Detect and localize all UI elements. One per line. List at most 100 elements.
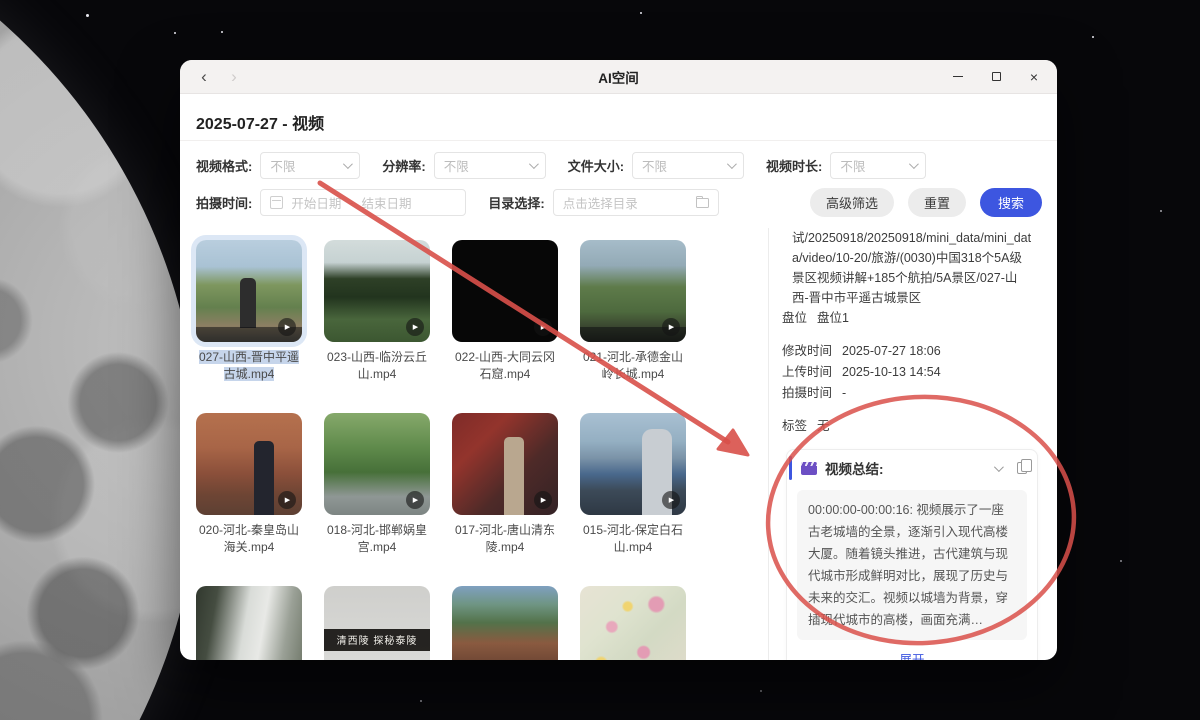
moon-background <box>0 0 200 720</box>
reset-button[interactable]: 重置 <box>908 188 966 217</box>
video-grid: ▶ 027-山西-晋中平遥古城.mp4 ▶ 023-山西-临汾云丘山.mp4 ▶… <box>196 240 762 660</box>
video-thumbnail[interactable]: ▶ <box>452 240 558 342</box>
search-button[interactable]: 搜索 <box>980 188 1042 217</box>
filesize-label: 文件大小: <box>568 156 624 175</box>
directory-input[interactable]: 点击选择目录 <box>553 189 719 216</box>
video-thumbnail[interactable]: 清西陵 探秘泰陵 ▶ <box>324 586 430 660</box>
folder-icon[interactable] <box>696 198 709 208</box>
video-item[interactable]: ▶ 023-山西-临汾云丘山.mp4 <box>324 240 430 383</box>
video-item[interactable]: 清西陵 探秘泰陵 ▶ <box>324 586 430 660</box>
panel-divider <box>768 228 769 660</box>
star <box>86 14 89 17</box>
chevron-down-icon <box>343 159 353 169</box>
person-figure <box>504 437 524 515</box>
maximize-button[interactable] <box>989 70 1003 84</box>
star <box>640 12 642 14</box>
shot-time-row: 拍摄时间- <box>782 383 1044 404</box>
close-button[interactable]: × <box>1027 70 1041 84</box>
tags-row: 标签无 <box>782 416 1044 437</box>
star <box>221 31 223 33</box>
star <box>1120 560 1122 562</box>
play-icon[interactable]: ▶ <box>534 318 552 336</box>
chevron-down-icon <box>529 159 539 169</box>
video-thumbnail[interactable]: ▶ <box>452 586 558 660</box>
page-title: 2025-07-27 - 视频 <box>196 110 324 134</box>
video-item[interactable]: ▶ 015-河北-保定白石山.mp4 <box>580 413 686 556</box>
video-thumbnail[interactable]: ▶ <box>580 586 686 660</box>
video-thumbnail[interactable]: ▶ <box>196 586 302 660</box>
person-figure <box>240 278 256 328</box>
shoot-time-label: 拍摄时间: <box>196 193 252 212</box>
person-figure <box>254 441 274 515</box>
video-item[interactable]: ▶ 021-河北-承德金山岭长城.mp4 <box>580 240 686 383</box>
video-thumbnail[interactable]: ▶ <box>580 240 686 342</box>
play-icon[interactable]: ▶ <box>406 318 424 336</box>
video-item[interactable]: ▶ <box>196 586 302 660</box>
play-icon[interactable]: ▶ <box>534 491 552 509</box>
detail-panel: 试/20250918/20250918/mini_data/mini_data/… <box>782 228 1044 660</box>
copy-icon[interactable] <box>1017 462 1027 474</box>
summary-header: 视频总结: <box>787 450 1037 486</box>
video-filename: 015-河北-保定白石山.mp4 <box>580 522 686 556</box>
video-summary-card: 视频总结: 00:00:00-00:00:16: 视频展示了一座古老城墙的全景，… <box>786 449 1038 660</box>
play-icon[interactable]: ▶ <box>662 491 680 509</box>
duration-select[interactable]: 不限 <box>830 152 926 179</box>
video-filename: 021-河北-承德金山岭长城.mp4 <box>580 349 686 383</box>
chevron-down-icon <box>909 159 919 169</box>
video-filename: 018-河北-邯郸娲皇宫.mp4 <box>324 522 430 556</box>
modified-row: 修改时间2025-07-27 18:06 <box>782 341 1044 362</box>
video-filename: 017-河北-唐山清东陵.mp4 <box>452 522 558 556</box>
disk-row: 盘位盘位1 <box>782 308 1044 329</box>
advanced-filter-button[interactable]: 高级筛选 <box>810 188 894 217</box>
summary-title: 视频总结: <box>825 458 884 478</box>
accent-bar <box>789 456 792 480</box>
video-filename: 022-山西-大同云冈石窟.mp4 <box>452 349 558 383</box>
resolution-label: 分辨率: <box>382 156 425 175</box>
video-item[interactable]: ▶ 018-河北-邯郸娲皇宫.mp4 <box>324 413 430 556</box>
video-thumbnail[interactable]: ▶ <box>324 413 430 515</box>
window-title: AI空间 <box>180 67 1057 87</box>
star <box>760 690 762 692</box>
video-item[interactable]: ▶ 022-山西-大同云冈石窟.mp4 <box>452 240 558 383</box>
file-path: 试/20250918/20250918/mini_data/mini_data/… <box>782 228 1034 308</box>
play-icon[interactable]: ▶ <box>278 318 296 336</box>
summary-text: 00:00:00-00:00:16: 视频展示了一座古老城墙的全景，逐渐引入现代… <box>797 490 1027 640</box>
collapse-chevron-icon[interactable] <box>994 462 1004 472</box>
chevron-down-icon <box>727 159 737 169</box>
video-filename: 020-河北-秦皇岛山海关.mp4 <box>196 522 302 556</box>
play-icon[interactable]: ▶ <box>662 318 680 336</box>
star <box>1160 210 1162 212</box>
video-thumbnail[interactable]: ▶ <box>196 240 302 342</box>
video-filename: 023-山西-临汾云丘山.mp4 <box>324 349 430 383</box>
video-item-selected[interactable]: ▶ 027-山西-晋中平遥古城.mp4 <box>196 240 302 383</box>
format-label: 视频格式: <box>196 156 252 175</box>
date-range-input[interactable]: 开始日期 - 结束日期 <box>260 189 466 216</box>
directory-label: 目录选择: <box>488 193 544 212</box>
video-item[interactable]: ▶ 017-河北-唐山清东陵.mp4 <box>452 413 558 556</box>
calligraphy-overlay: 清西陵 探秘泰陵 <box>324 629 430 651</box>
resolution-select[interactable]: 不限 <box>434 152 546 179</box>
filesize-select[interactable]: 不限 <box>632 152 744 179</box>
title-bar: ‹ › AI空间 × <box>180 60 1057 94</box>
video-thumbnail[interactable]: ▶ <box>324 240 430 342</box>
uploaded-row: 上传时间2025-10-13 14:54 <box>782 362 1044 383</box>
video-thumbnail[interactable]: ▶ <box>196 413 302 515</box>
video-thumbnail[interactable]: ▶ <box>452 413 558 515</box>
play-icon[interactable]: ▶ <box>406 491 424 509</box>
video-item[interactable]: ▶ <box>452 586 558 660</box>
clapperboard-icon <box>801 462 817 475</box>
minimize-button[interactable] <box>951 70 965 84</box>
video-filename: 027-山西-晋中平遥古城.mp4 <box>196 349 302 383</box>
divider <box>180 140 1057 141</box>
video-thumbnail[interactable]: ▶ <box>580 413 686 515</box>
calendar-icon <box>270 196 283 209</box>
play-icon[interactable]: ▶ <box>278 491 296 509</box>
duration-label: 视频时长: <box>766 156 822 175</box>
star <box>174 32 176 34</box>
video-item[interactable]: ▶ 020-河北-秦皇岛山海关.mp4 <box>196 413 302 556</box>
star <box>1092 36 1094 38</box>
app-window: ‹ › AI空间 × 2025-07-27 - 视频 视频格式: 不限 分辨率:… <box>180 60 1057 660</box>
expand-link[interactable]: 展开 <box>787 649 1037 660</box>
format-select[interactable]: 不限 <box>260 152 360 179</box>
video-item[interactable]: ▶ <box>580 586 686 660</box>
